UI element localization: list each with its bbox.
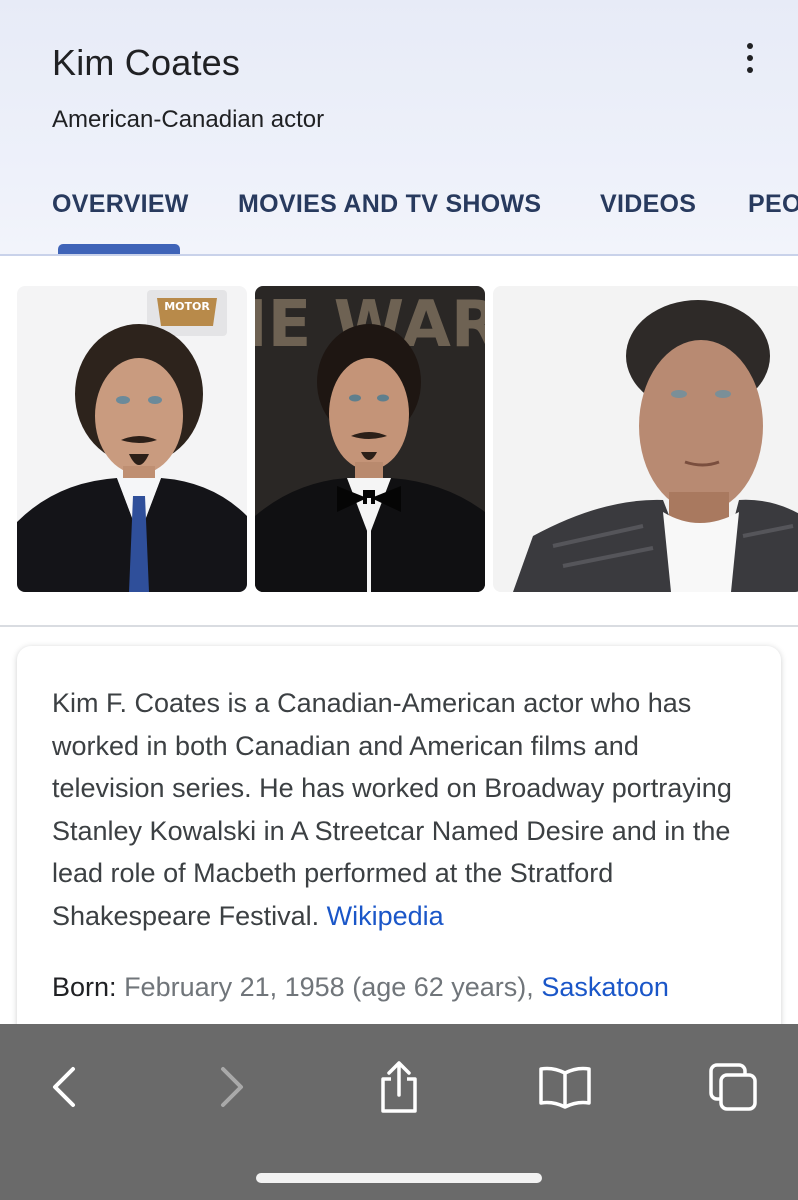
- birthplace-link[interactable]: Saskatoon: [541, 972, 669, 1002]
- back-icon[interactable]: [30, 1052, 100, 1122]
- active-tab-indicator: [58, 244, 180, 254]
- tab-overview[interactable]: OVERVIEW: [52, 190, 189, 219]
- entity-description: Kim F. Coates is a Canadian-American act…: [52, 682, 752, 937]
- tab-people-also-search[interactable]: PEOPLE ALSO SEARCH FOR: [748, 190, 798, 219]
- description-card: Kim F. Coates is a Canadian-American act…: [17, 646, 781, 1066]
- tabs-icon[interactable]: [698, 1052, 768, 1122]
- home-indicator[interactable]: [256, 1173, 542, 1183]
- section-divider: [0, 625, 798, 627]
- tab-movies-and-tv-shows[interactable]: MOVIES AND TV SHOWS: [238, 190, 541, 219]
- leather-jacket-portrait-photo[interactable]: [493, 286, 798, 592]
- description-text: Kim F. Coates is a Canadian-American act…: [52, 688, 732, 931]
- wikipedia-link[interactable]: Wikipedia: [327, 901, 444, 931]
- image-carousel: MOTOR ENIE WARDS: [0, 286, 798, 592]
- share-icon[interactable]: [364, 1052, 434, 1122]
- more-vertical-icon[interactable]: [728, 38, 772, 78]
- awards-tuxedo-photo[interactable]: ENIE WARDS: [255, 286, 485, 592]
- bookmarks-icon[interactable]: [530, 1052, 600, 1122]
- born-value: February 21, 1958 (age 62 years),: [124, 972, 534, 1002]
- born-label: Born:: [52, 972, 117, 1002]
- born-fact-row: Born: February 21, 1958 (age 62 years), …: [52, 972, 772, 1003]
- backdrop-logo-text: MOTOR: [164, 300, 210, 313]
- tab-videos[interactable]: VIDEOS: [600, 190, 696, 219]
- red-carpet-suit-photo[interactable]: MOTOR: [17, 286, 247, 592]
- knowledge-panel-page: Kim Coates American-Canadian actor OVERV…: [0, 0, 798, 1200]
- knowledge-panel-header: Kim Coates American-Canadian actor OVERV…: [0, 0, 798, 256]
- entity-subtitle: American-Canadian actor: [52, 106, 325, 133]
- entity-title: Kim Coates: [52, 42, 241, 83]
- forward-icon[interactable]: [196, 1052, 266, 1122]
